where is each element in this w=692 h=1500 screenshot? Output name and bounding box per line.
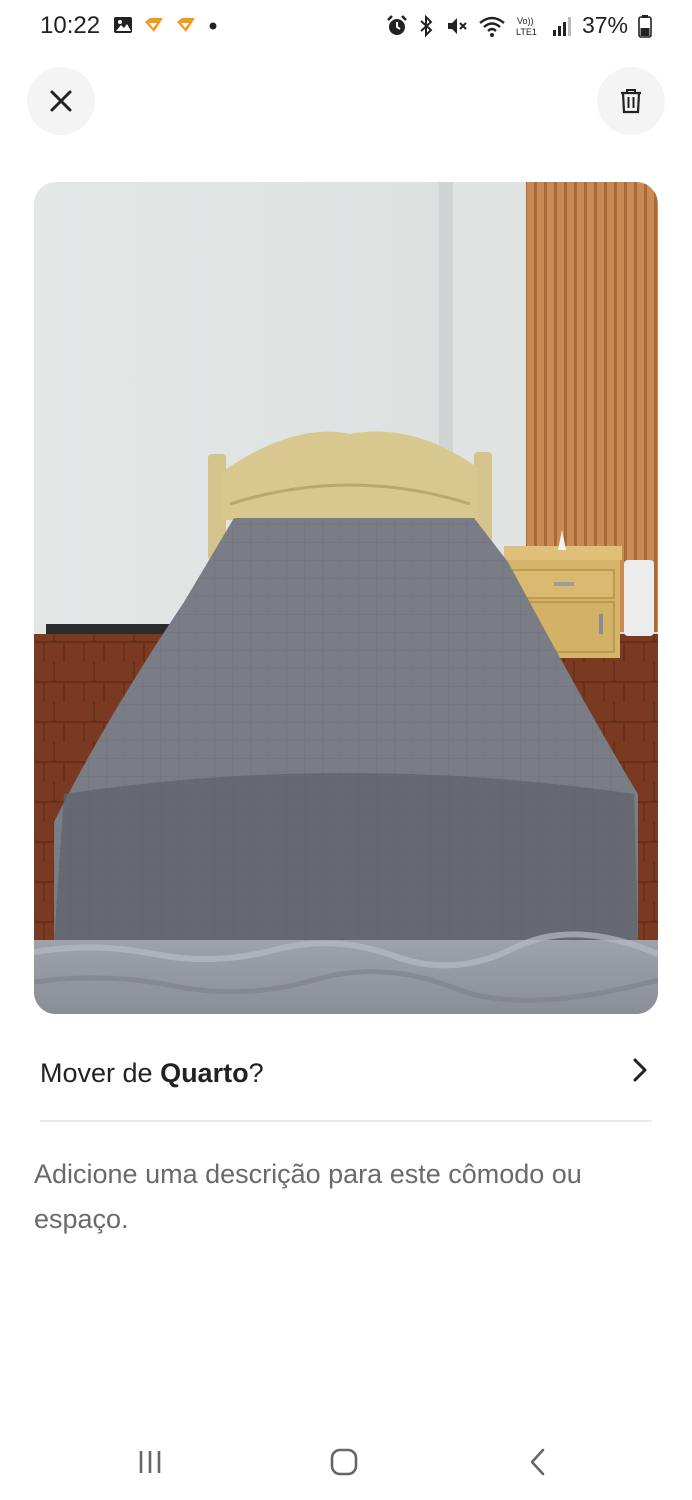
app-notification-icon	[145, 18, 163, 32]
close-icon	[50, 90, 72, 112]
app-notification-icon	[177, 18, 195, 32]
volte-icon: Vo)) LTE1	[516, 16, 537, 37]
wifi-icon	[479, 16, 505, 37]
move-room-name: Quarto	[160, 1058, 249, 1088]
home-button[interactable]	[314, 1442, 374, 1482]
bedroom-photo	[34, 182, 658, 1014]
recents-button[interactable]	[120, 1442, 180, 1482]
home-icon	[330, 1448, 358, 1476]
back-button[interactable]	[508, 1442, 568, 1482]
mute-icon	[447, 17, 467, 34]
battery-percent: 37%	[581, 12, 628, 38]
svg-text:LTE1: LTE1	[516, 27, 537, 37]
svg-text:Vo)): Vo))	[517, 16, 534, 26]
back-icon	[530, 1448, 545, 1476]
move-room-row[interactable]: Mover de Quarto?	[40, 1040, 652, 1122]
chevron-right-icon	[633, 1058, 647, 1082]
status-left-icons	[112, 14, 220, 36]
move-suffix: ?	[248, 1058, 264, 1088]
dot-icon	[209, 22, 217, 30]
room-photo[interactable]	[34, 182, 658, 1014]
recents-icon	[139, 1451, 161, 1473]
battery-icon	[638, 14, 652, 38]
move-prefix: Mover de	[40, 1058, 161, 1088]
delete-button[interactable]	[597, 67, 665, 135]
close-button[interactable]	[27, 67, 95, 135]
image-icon	[114, 17, 132, 33]
bluetooth-icon	[420, 14, 433, 37]
status-bar: 10:22 Vo)) LTE1 37%	[0, 0, 692, 52]
trash-icon	[621, 89, 641, 114]
system-nav-bar	[0, 1420, 692, 1500]
signal-icon	[552, 16, 571, 36]
description-field[interactable]: Adicione uma descrição para este cômodo …	[34, 1152, 654, 1242]
status-right-icons: Vo)) LTE1 37%	[386, 12, 652, 39]
move-room-text: Mover de Quarto?	[40, 1058, 264, 1089]
status-time: 10:22	[40, 12, 101, 39]
alarm-icon	[387, 14, 407, 35]
